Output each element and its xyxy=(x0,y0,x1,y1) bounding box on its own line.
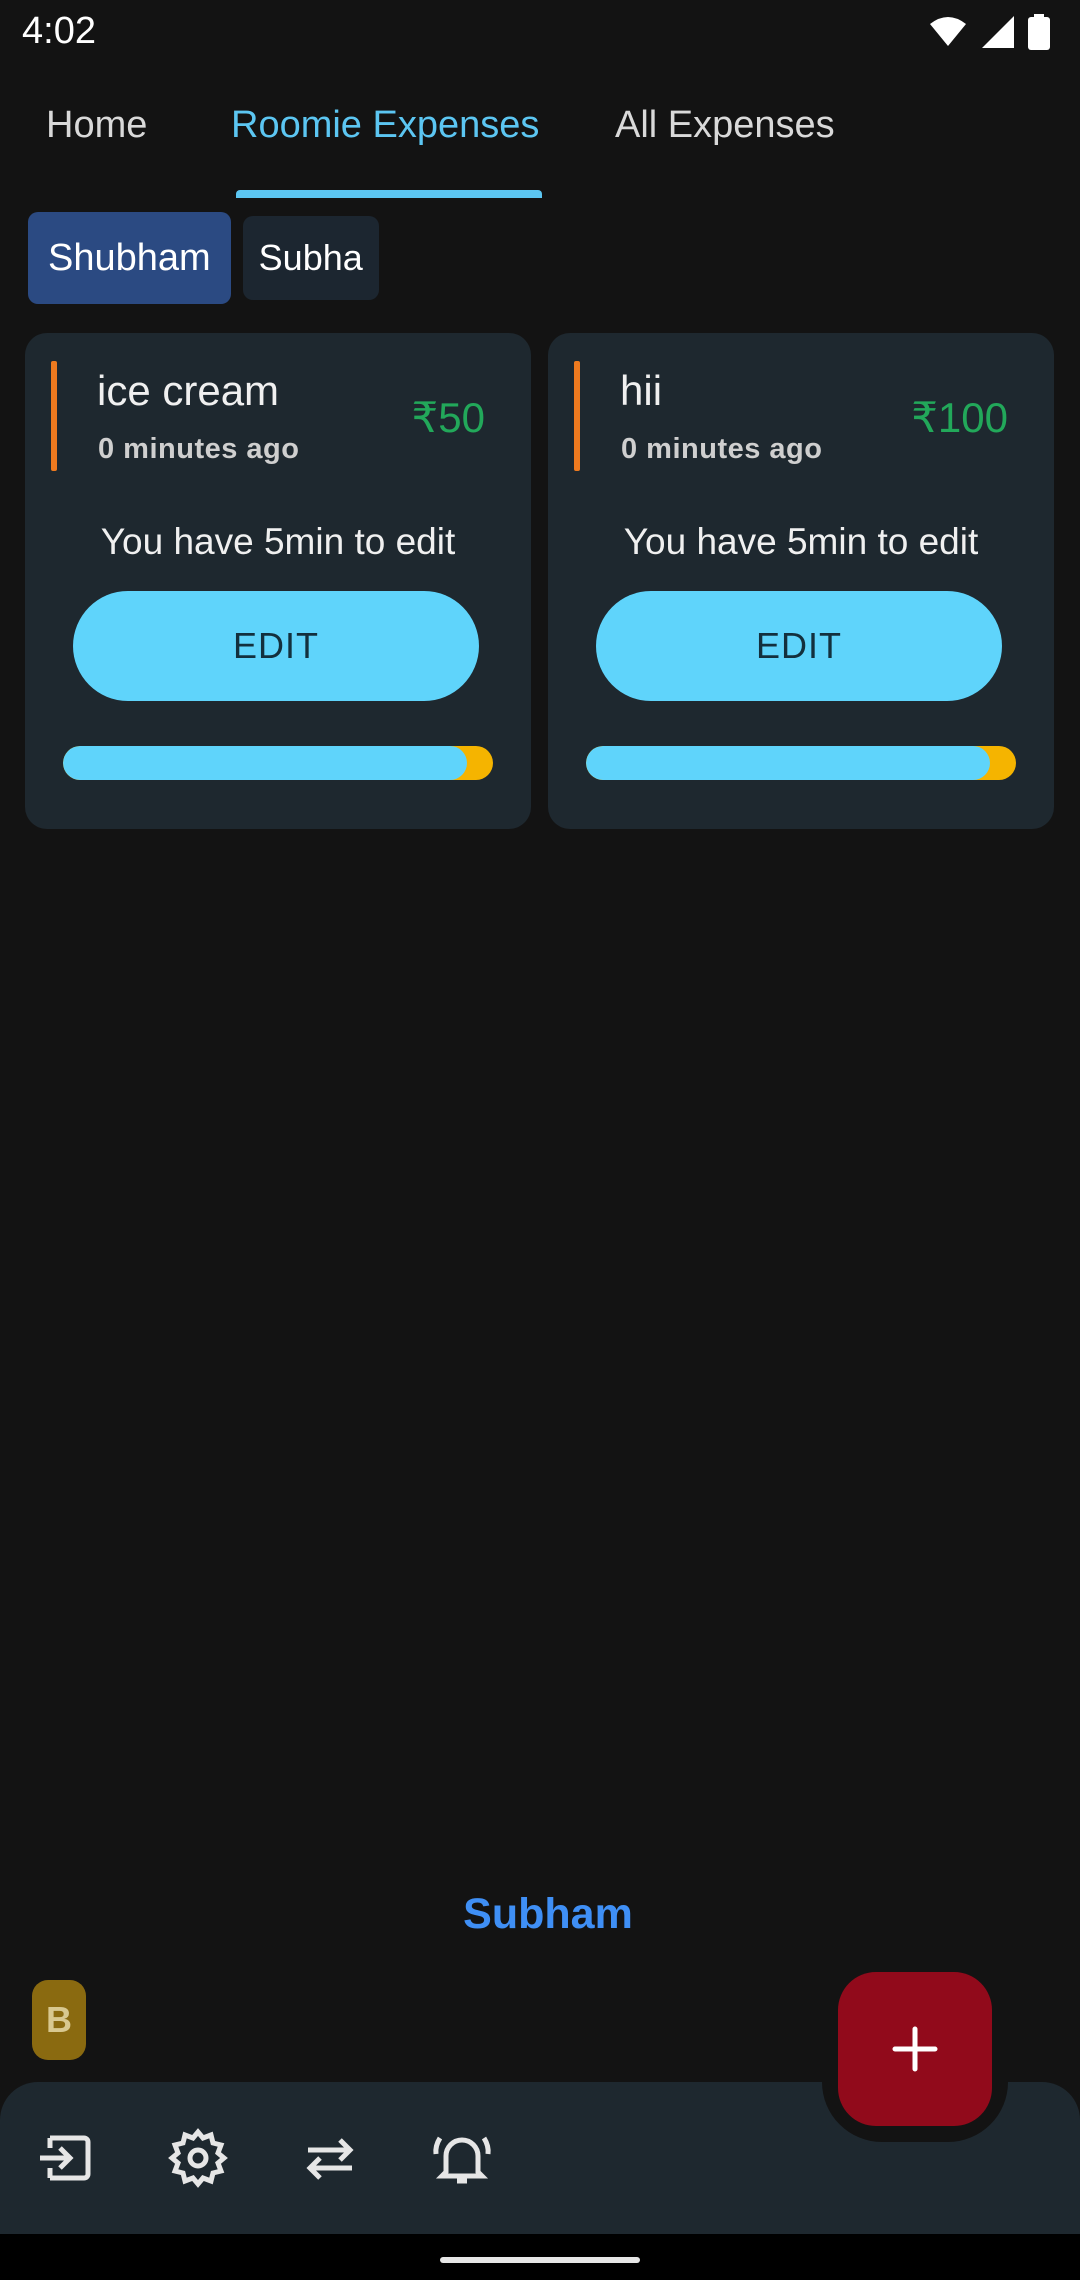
edit-button[interactable]: EDIT xyxy=(596,591,1002,701)
avatar[interactable]: B xyxy=(32,1980,86,2060)
battery-icon xyxy=(1028,14,1050,50)
logout-icon[interactable] xyxy=(36,2128,96,2188)
roomie-chip-subha[interactable]: Subha xyxy=(242,216,379,300)
notification-bell-icon[interactable] xyxy=(432,2128,492,2188)
expense-title: hii xyxy=(620,367,663,414)
roomie-chip-shubham[interactable]: Shubham xyxy=(28,212,231,304)
edit-time-progress xyxy=(63,746,493,780)
edit-button[interactable]: EDIT xyxy=(73,591,479,701)
status-time: 4:02 xyxy=(22,10,96,52)
expense-amount: ₹100 xyxy=(911,394,1008,441)
roomie-chip-group: Shubham Subha xyxy=(28,212,379,304)
add-expense-button[interactable] xyxy=(838,1972,992,2126)
tab-all-expenses[interactable]: All Expenses xyxy=(615,104,835,147)
card-accent-bar xyxy=(574,361,580,471)
tab-home[interactable]: Home xyxy=(46,104,147,147)
expense-card: ice cream 0 minutes ago ₹50 You have 5mi… xyxy=(25,333,531,829)
expense-time: 0 minutes ago xyxy=(621,433,823,465)
swap-icon[interactable] xyxy=(300,2128,360,2188)
edit-time-progress-fill xyxy=(586,746,991,780)
edit-time-progress xyxy=(586,746,1016,780)
active-tab-indicator xyxy=(236,190,542,198)
tab-roomie-expenses[interactable]: Roomie Expenses xyxy=(231,104,539,147)
status-icons xyxy=(928,12,1050,52)
tab-bar: Home Roomie Expenses All Expenses xyxy=(0,64,1080,198)
wifi-icon xyxy=(930,17,966,46)
status-bar: 4:02 xyxy=(0,0,1080,64)
edit-time-progress-fill xyxy=(63,746,468,780)
edit-window-note: You have 5min to edit xyxy=(100,521,456,562)
expense-title: ice cream xyxy=(97,367,280,414)
signal-icon xyxy=(982,16,1014,48)
current-user-name: Subham xyxy=(463,1890,633,1938)
add-icon xyxy=(892,2026,938,2072)
expense-time: 0 minutes ago xyxy=(98,433,300,465)
gesture-handle[interactable] xyxy=(440,2257,640,2263)
expense-card: hii 0 minutes ago ₹100 You have 5min to … xyxy=(548,333,1054,829)
expense-amount: ₹50 xyxy=(411,394,485,441)
card-accent-bar xyxy=(51,361,57,471)
settings-icon[interactable] xyxy=(168,2128,228,2188)
edit-window-note: You have 5min to edit xyxy=(623,521,979,562)
